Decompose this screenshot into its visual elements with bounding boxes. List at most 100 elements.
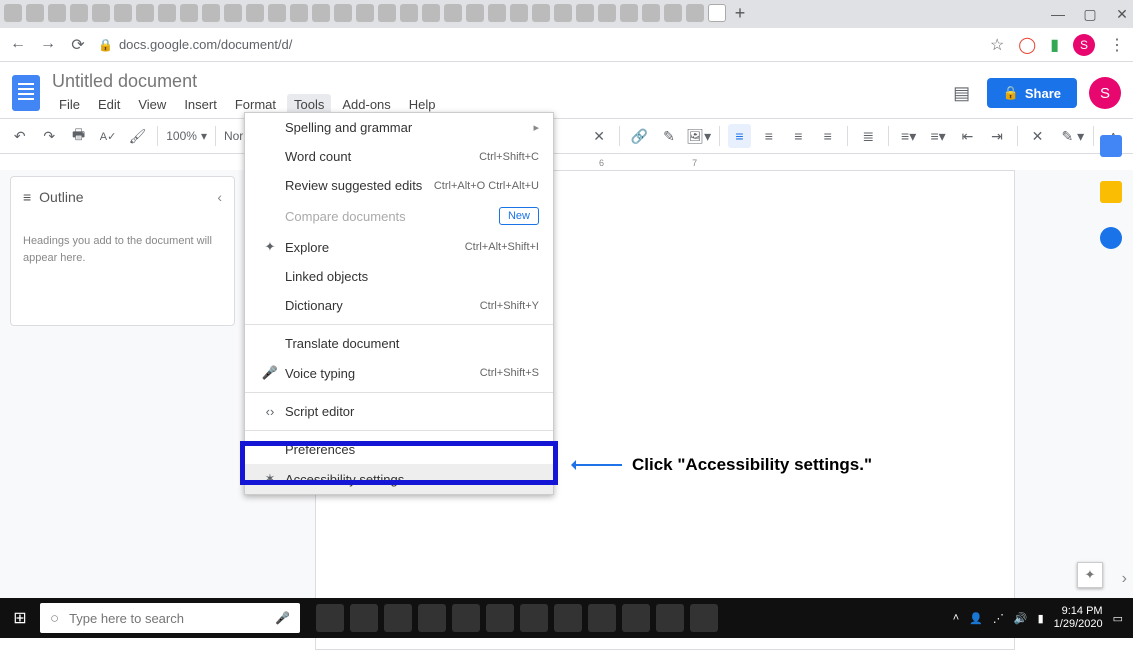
taskbar-app-icon[interactable] (520, 604, 548, 632)
menu-item-script-editor[interactable]: ‹› Script editor (245, 397, 553, 426)
tab-favicon[interactable] (70, 4, 88, 22)
numbered-list-button[interactable]: ≡▾ (897, 124, 920, 148)
menu-item-voice-typing[interactable]: 🎤 Voice typing Ctrl+Shift+S (245, 358, 553, 388)
taskbar-app-icon[interactable] (690, 604, 718, 632)
tab-favicon[interactable] (598, 4, 616, 22)
tab-favicon[interactable] (180, 4, 198, 22)
menu-item-preferences[interactable]: Preferences (245, 435, 553, 464)
comment-history-icon[interactable]: ▤ (949, 80, 975, 106)
tab-favicon[interactable] (444, 4, 462, 22)
bookmark-star-icon[interactable]: ☆ (990, 35, 1004, 55)
tab-favicon[interactable] (532, 4, 550, 22)
mic-icon[interactable]: 🎤 (275, 611, 290, 625)
menu-item-review-edits[interactable]: Review suggested edits Ctrl+Alt+O Ctrl+A… (245, 171, 553, 200)
tasks-addon-icon[interactable] (1100, 227, 1122, 249)
tray-overflow-icon[interactable]: ˄ (953, 612, 959, 624)
tab-favicon[interactable] (466, 4, 484, 22)
side-panel-toggle[interactable]: › (1122, 570, 1127, 588)
tray-user-icon[interactable]: 👤 (969, 612, 983, 625)
menu-item-spelling[interactable]: Spelling and grammar ▸ (245, 113, 553, 142)
decrease-indent-button[interactable]: ⇤ (956, 124, 979, 148)
tray-volume-icon[interactable]: 🔊 (1014, 612, 1028, 625)
align-right-button[interactable]: ≡ (787, 124, 810, 148)
action-center-icon[interactable]: ▭ (1113, 612, 1123, 625)
tab-favicon[interactable] (92, 4, 110, 22)
start-button[interactable]: ⊞ (0, 598, 40, 638)
url-field[interactable]: 🔒 docs.google.com/document/d/ (98, 37, 980, 52)
tab-favicon[interactable] (224, 4, 242, 22)
extension-icon[interactable]: ◯ (1018, 35, 1036, 55)
taskbar-app-icon[interactable] (622, 604, 650, 632)
tab-favicon[interactable] (356, 4, 374, 22)
taskbar-clock[interactable]: 9:14 PM 1/29/2020 (1054, 605, 1103, 631)
tab-favicon[interactable] (312, 4, 330, 22)
menu-item-linked-objects[interactable]: Linked objects (245, 262, 553, 291)
tab-favicon[interactable] (400, 4, 418, 22)
tab-favicon[interactable] (642, 4, 660, 22)
taskbar-app-icon[interactable] (554, 604, 582, 632)
profile-avatar[interactable]: S (1073, 34, 1095, 56)
taskbar-app-icon[interactable] (486, 604, 514, 632)
align-center-button[interactable]: ≡ (757, 124, 780, 148)
tab-favicon[interactable] (576, 4, 594, 22)
insert-image-button[interactable]: 🖼▾ (687, 124, 711, 148)
outline-collapse-button[interactable]: ‹ (217, 189, 222, 205)
tab-favicon[interactable] (202, 4, 220, 22)
increase-indent-button[interactable]: ⇥ (985, 124, 1008, 148)
taskbar-app-icon[interactable] (316, 604, 344, 632)
clear-format-button[interactable]: ✕ (587, 124, 610, 148)
account-avatar[interactable]: S (1089, 77, 1121, 109)
window-close-button[interactable]: ✕ (1115, 6, 1129, 23)
menu-item-accessibility[interactable]: ✶ Accessibility settings (245, 464, 553, 494)
tab-favicon[interactable] (136, 4, 154, 22)
taskbar-search-input[interactable] (69, 611, 265, 626)
doc-title[interactable]: Untitled document (52, 71, 949, 92)
tab-favicon[interactable] (26, 4, 44, 22)
menu-item-explore[interactable]: ✦ Explore Ctrl+Alt+Shift+I (245, 232, 553, 262)
editing-mode-button[interactable]: ✎ ▾ (1061, 124, 1084, 148)
tab-favicon[interactable] (290, 4, 308, 22)
tab-favicon[interactable] (554, 4, 572, 22)
tab-favicon[interactable] (268, 4, 286, 22)
window-maximize-button[interactable]: ▢ (1083, 6, 1097, 23)
chrome-menu-button[interactable]: ⋮ (1109, 35, 1125, 55)
undo-button[interactable]: ↶ (8, 124, 31, 148)
tab-favicon[interactable] (4, 4, 22, 22)
tab-favicon[interactable] (378, 4, 396, 22)
taskbar-app-icon[interactable] (452, 604, 480, 632)
tab-favicon[interactable] (246, 4, 264, 22)
zoom-select[interactable]: 100% ▾ (166, 129, 207, 143)
menu-item-word-count[interactable]: Word count Ctrl+Shift+C (245, 142, 553, 171)
taskbar-search[interactable]: ○ 🎤 (40, 603, 300, 633)
menu-item-compare[interactable]: Compare documents New (245, 200, 553, 232)
window-minimize-button[interactable]: — (1051, 6, 1065, 23)
taskbar-app-icon[interactable] (350, 604, 378, 632)
tab-favicon[interactable] (114, 4, 132, 22)
align-justify-button[interactable]: ≡ (816, 124, 839, 148)
keep-addon-icon[interactable] (1100, 181, 1122, 203)
tray-battery-icon[interactable]: ▮ (1038, 612, 1044, 625)
tab-favicon[interactable] (488, 4, 506, 22)
menu-edit[interactable]: Edit (91, 94, 127, 115)
tab-favicon[interactable] (686, 4, 704, 22)
share-button[interactable]: 🔒 Share (987, 78, 1077, 108)
spellcheck-button[interactable]: A✓ (96, 124, 119, 148)
paint-format-button[interactable]: 🖌 (126, 124, 149, 148)
line-spacing-button[interactable]: ≣ (856, 124, 879, 148)
menu-item-translate[interactable]: Translate document (245, 329, 553, 358)
menu-item-dictionary[interactable]: Dictionary Ctrl+Shift+Y (245, 291, 553, 320)
menu-view[interactable]: View (131, 94, 173, 115)
align-left-button[interactable]: ≡ (728, 124, 751, 148)
tab-favicon[interactable] (48, 4, 66, 22)
explore-fab[interactable]: ✦ (1077, 562, 1103, 588)
bulleted-list-button[interactable]: ≡▾ (926, 124, 949, 148)
nav-back-button[interactable]: ← (8, 35, 28, 55)
tab-favicon[interactable] (334, 4, 352, 22)
extension-icon[interactable]: ▮ (1050, 35, 1059, 55)
tab-favicon[interactable] (422, 4, 440, 22)
taskbar-app-icon[interactable] (418, 604, 446, 632)
tab-favicon[interactable] (664, 4, 682, 22)
print-button[interactable]: 🖶 (67, 124, 90, 148)
insert-link-button[interactable]: 🔗 (628, 124, 651, 148)
nav-forward-button[interactable]: → (38, 35, 58, 55)
